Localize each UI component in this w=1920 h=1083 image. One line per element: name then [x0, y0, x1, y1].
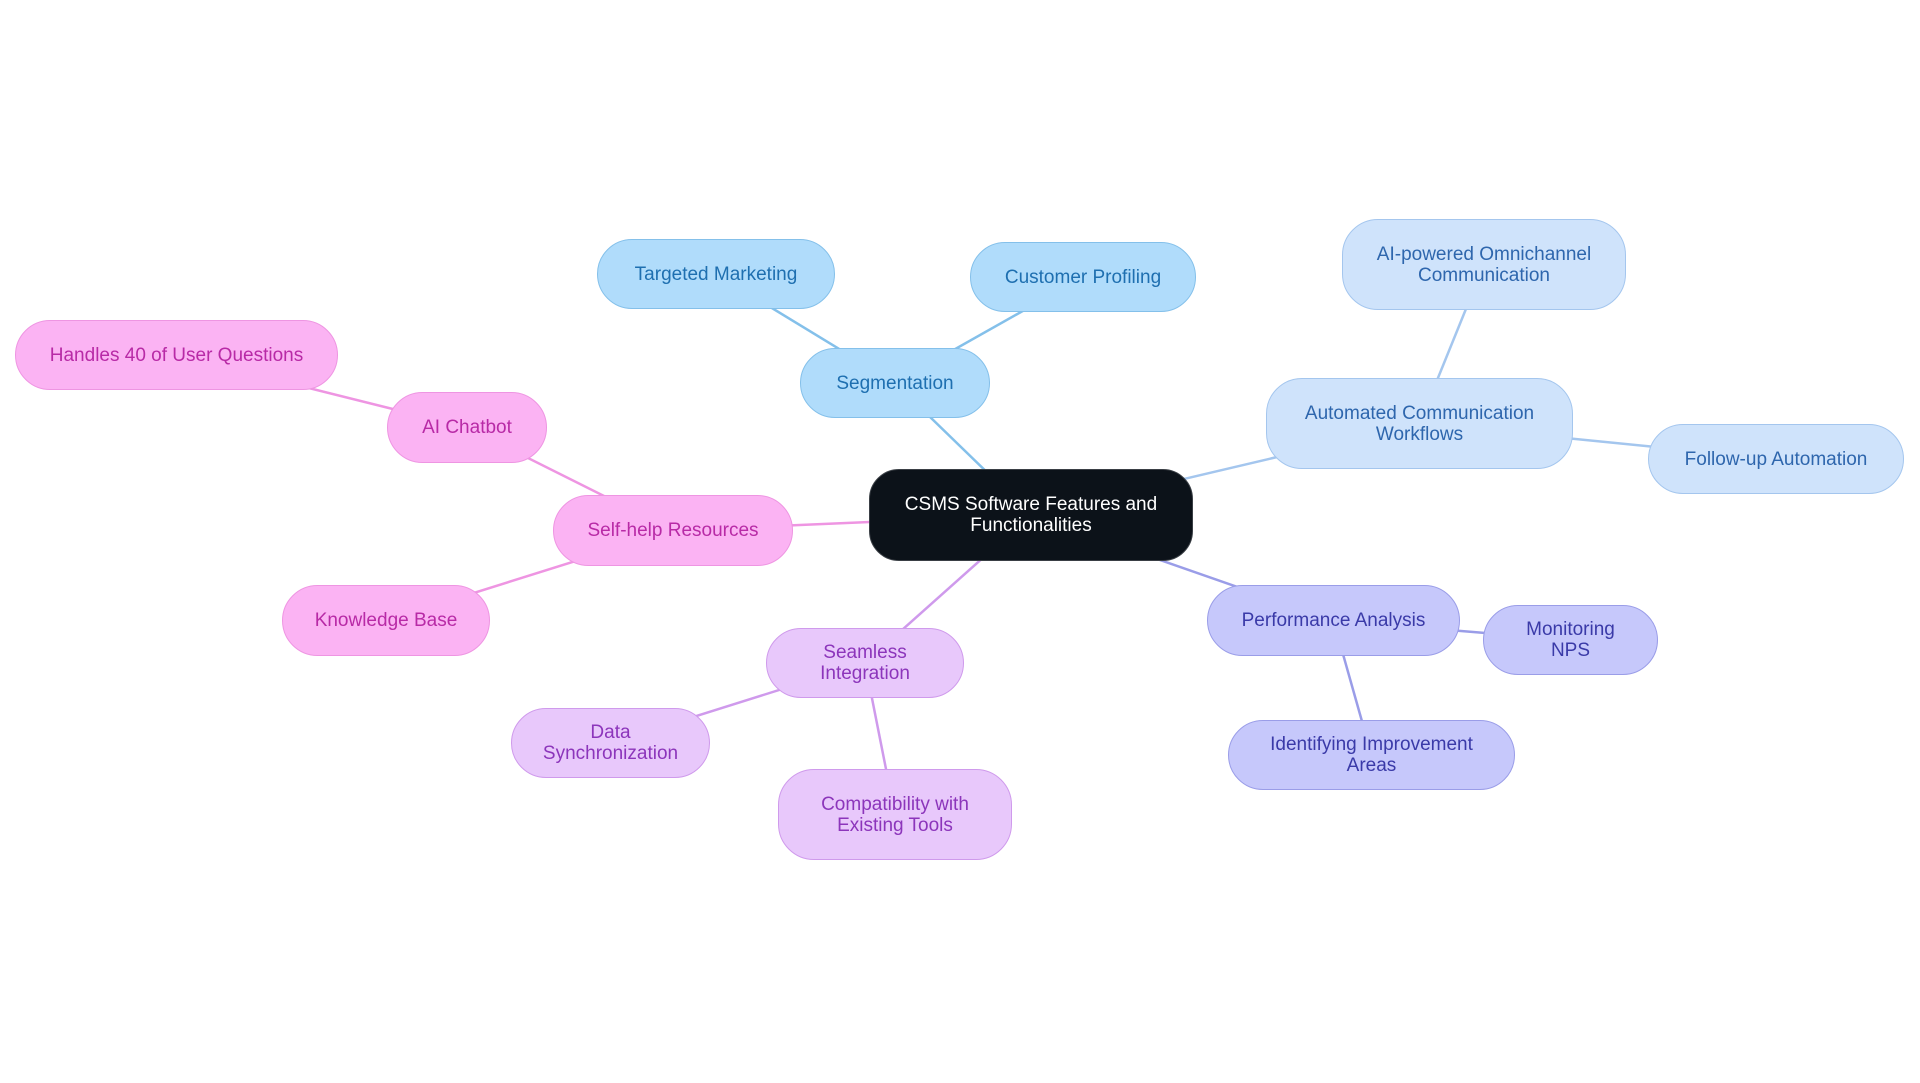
node-compatibility-with-existing-tools[interactable]: Compatibility with Existing Tools — [778, 769, 1012, 860]
node-follow-up-automation[interactable]: Follow-up Automation — [1648, 424, 1904, 494]
node-identifying-improvement-areas[interactable]: Identifying Improvement Areas — [1228, 720, 1515, 790]
node-segmentation[interactable]: Segmentation — [800, 348, 990, 418]
node-label: AI Chatbot — [422, 417, 512, 438]
node-label: Segmentation — [836, 372, 954, 394]
root-node[interactable]: CSMS Software Features and Functionaliti… — [869, 469, 1193, 561]
node-label: AI-powered Omnichannel Communication — [1376, 243, 1592, 286]
node-label: Data Synchronization — [542, 722, 679, 764]
node-targeted-marketing[interactable]: Targeted Marketing — [597, 239, 835, 309]
node-label: Monitoring NPS — [1526, 619, 1615, 661]
node-label: Identifying Improvement Areas — [1270, 734, 1473, 776]
node-label: Follow-up Automation — [1684, 448, 1868, 470]
node-label: Automated Communication Workflows — [1304, 402, 1535, 445]
node-seamless-integration[interactable]: Seamless Integration — [766, 628, 964, 698]
node-customer-profiling[interactable]: Customer Profiling — [970, 242, 1196, 312]
node-self-help-resources[interactable]: Self-help Resources — [553, 495, 793, 566]
node-label: Customer Profiling — [1004, 266, 1162, 288]
node-label: Targeted Marketing — [634, 263, 798, 285]
node-label: Self-help Resources — [587, 520, 759, 541]
node-label: Knowledge Base — [314, 610, 458, 631]
node-automated-communication-workflows[interactable]: Automated Communication Workflows — [1266, 378, 1573, 469]
node-monitoring-nps[interactable]: Monitoring NPS — [1483, 605, 1658, 675]
node-label: Seamless Integration — [820, 642, 910, 684]
node-performance-analysis[interactable]: Performance Analysis — [1207, 585, 1460, 656]
node-label: Performance Analysis — [1241, 610, 1426, 631]
node-ai-chatbot[interactable]: AI Chatbot — [387, 392, 547, 463]
root-node-label: CSMS Software Features and Functionaliti… — [904, 494, 1158, 536]
node-handles-user-questions[interactable]: Handles 40 of User Questions — [15, 320, 338, 390]
node-data-synchronization[interactable]: Data Synchronization — [511, 708, 710, 778]
node-label: Compatibility with Existing Tools — [821, 793, 969, 836]
node-label: Handles 40 of User Questions — [49, 344, 304, 366]
node-ai-omnichannel[interactable]: AI-powered Omnichannel Communication — [1342, 219, 1626, 310]
node-knowledge-base[interactable]: Knowledge Base — [282, 585, 490, 656]
